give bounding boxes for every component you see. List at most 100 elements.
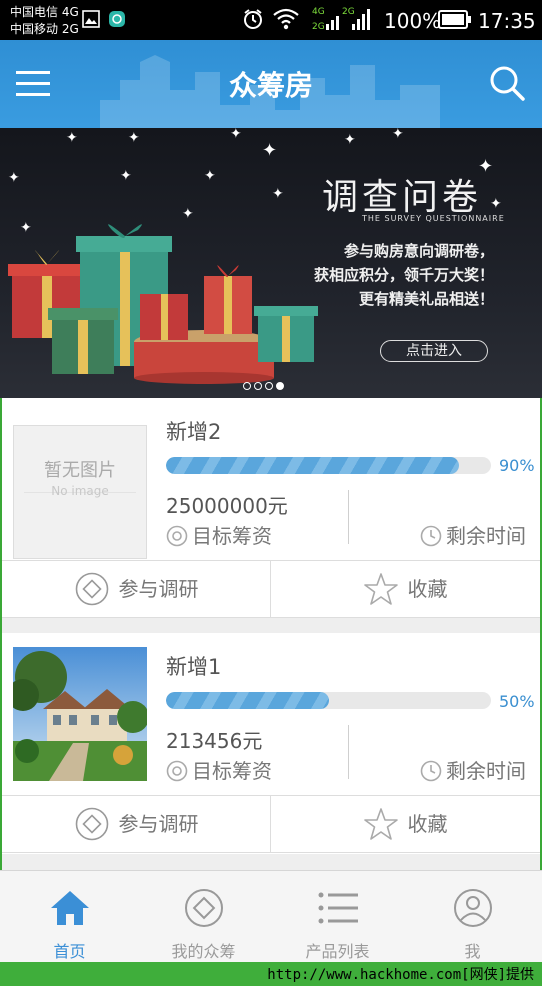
- tab-my-crowdfunding[interactable]: 我的众筹: [136, 871, 271, 963]
- star-decoration: ✦: [128, 130, 140, 146]
- bottom-tab-bar: 首页 我的众筹 产品列表 我: [0, 870, 542, 963]
- target-label-text: 目标筹资: [192, 759, 272, 783]
- user-icon: [454, 889, 492, 927]
- no-image-label-en: No image: [51, 484, 109, 498]
- svg-text:2G: 2G: [312, 22, 325, 32]
- search-icon[interactable]: [488, 64, 526, 102]
- tab-me[interactable]: 我: [405, 871, 540, 963]
- star-icon: [363, 573, 398, 605]
- remaining-time-label: 剩余时间: [420, 755, 526, 784]
- watermark-text: http://www.hackhome.com[网侠]提供: [267, 967, 534, 983]
- no-image-label: 暂无图片: [44, 460, 116, 481]
- diamond-circle-icon: [185, 889, 223, 927]
- time-label-text: 剩余时间: [446, 759, 526, 783]
- star-decoration: ✦: [490, 196, 502, 212]
- participate-button[interactable]: 参与调研: [2, 561, 271, 617]
- project-card[interactable]: 新增1 50% 213456元 目标筹资 剩余时间 参与调研 收藏: [2, 633, 540, 854]
- carrier-1: 中国电信 4G: [10, 5, 79, 19]
- banner-title: 调查问卷: [322, 177, 483, 218]
- remaining-time-label: 剩余时间: [420, 520, 526, 549]
- svg-text:2G: 2G: [342, 7, 355, 17]
- clock-icon: [420, 525, 442, 547]
- star-decoration: ✦: [272, 186, 284, 202]
- participate-label: 参与调研: [118, 812, 199, 836]
- wifi-icon: [273, 8, 299, 30]
- star-decoration: ✦: [392, 128, 404, 142]
- banner-line-2: 获相应积分，领千万大奖！: [313, 266, 494, 284]
- project-card[interactable]: 暂无图片 No image 新增2 90% 25000000元 目标筹资 剩余时…: [2, 398, 540, 618]
- banner-line-1: 参与购房意向调研卷，: [343, 242, 494, 260]
- alarm-icon: [244, 9, 262, 29]
- progress-bar: [166, 692, 491, 709]
- favorite-label: 收藏: [407, 812, 448, 836]
- star-decoration: ✦: [182, 206, 194, 222]
- tab-label: 产品列表: [305, 942, 370, 961]
- promo-banner[interactable]: ✦ ✦ ✦ ✦ ✦ ✦ ✦ ✦ ✦ ✦ ✦ ✦ ✦ ✦ 调查问卷 THE SUR…: [0, 128, 542, 398]
- banner-subtitle: THE SURVEY QUESTIONNAIRE: [362, 214, 505, 223]
- progress-percent: 90%: [499, 456, 535, 475]
- pagination-dot[interactable]: [265, 382, 273, 390]
- target-icon: [166, 525, 188, 547]
- star-decoration: ✦: [120, 168, 132, 184]
- favorite-button[interactable]: 收藏: [271, 796, 540, 852]
- participate-button[interactable]: 参与调研: [2, 796, 271, 852]
- app-bar: 众筹房: [0, 40, 542, 128]
- star-decoration: ✦: [8, 170, 20, 186]
- target-icon: [166, 760, 188, 782]
- progress-fill: [166, 457, 459, 474]
- banner-enter-button[interactable]: 点击进入: [380, 340, 488, 362]
- star-decoration: ✦: [262, 140, 278, 161]
- project-image-placeholder: 暂无图片 No image: [13, 425, 147, 559]
- banner-line-3: 更有精美礼品相送！: [358, 290, 494, 308]
- app-notification-icon: [109, 11, 125, 27]
- tab-home[interactable]: 首页: [2, 871, 137, 963]
- battery-percent: 100%: [384, 9, 442, 33]
- carrier-2: 中国移动 2G: [10, 22, 79, 36]
- participate-label: 参与调研: [118, 577, 199, 601]
- progress-percent: 50%: [499, 692, 535, 711]
- target-funding-label: 目标筹资: [166, 755, 272, 784]
- gift-boxes-illustration: [8, 224, 318, 384]
- tab-label: 首页: [53, 942, 86, 961]
- list-icon: [318, 892, 358, 924]
- watermark-bar: http://www.hackhome.com[网侠]提供: [0, 962, 542, 986]
- clock-icon: [420, 760, 442, 782]
- time-label-text: 剩余时间: [446, 524, 526, 548]
- divider: [348, 725, 349, 779]
- tab-product-list[interactable]: 产品列表: [270, 871, 405, 963]
- battery-icon: [438, 10, 471, 29]
- card-actions: 参与调研 收藏: [2, 560, 540, 618]
- project-image: [13, 647, 147, 781]
- progress-bar: [166, 457, 491, 474]
- diamond-circle-icon: [75, 572, 108, 606]
- banner-pagination: [243, 375, 287, 394]
- svg-text:4G: 4G: [312, 7, 325, 17]
- page-title: 众筹房: [228, 69, 313, 102]
- pagination-dot-active[interactable]: [276, 382, 284, 390]
- image-notification-icon: [82, 10, 100, 28]
- target-label-text: 目标筹资: [192, 524, 272, 548]
- project-name: 新增1: [166, 655, 222, 679]
- tab-label: 我: [464, 942, 481, 961]
- tab-label: 我的众筹: [171, 942, 236, 961]
- favorite-label: 收藏: [407, 577, 448, 601]
- clock: 17:35: [478, 9, 536, 33]
- divider: [348, 490, 349, 544]
- progress-fill: [166, 692, 329, 709]
- favorite-button[interactable]: 收藏: [271, 561, 540, 617]
- project-name: 新增2: [166, 420, 222, 444]
- star-decoration: ✦: [230, 128, 242, 142]
- target-funding-label: 目标筹资: [166, 520, 272, 549]
- card-actions: 参与调研 收藏: [2, 795, 540, 853]
- pagination-dot[interactable]: [254, 382, 262, 390]
- diamond-circle-icon: [75, 807, 108, 841]
- star-decoration: ✦: [344, 132, 356, 148]
- home-icon: [51, 891, 89, 925]
- star-decoration: ✦: [204, 168, 216, 184]
- signal-icon: 4G 2G 2G: [312, 7, 370, 32]
- pagination-dot[interactable]: [243, 382, 251, 390]
- target-amount: 213456元: [166, 729, 263, 753]
- target-amount: 25000000元: [166, 494, 288, 518]
- star-icon: [363, 808, 398, 840]
- status-bar: 中国电信 4G 中国移动 2G 4G 2G 2G 100% 17:35: [0, 0, 542, 40]
